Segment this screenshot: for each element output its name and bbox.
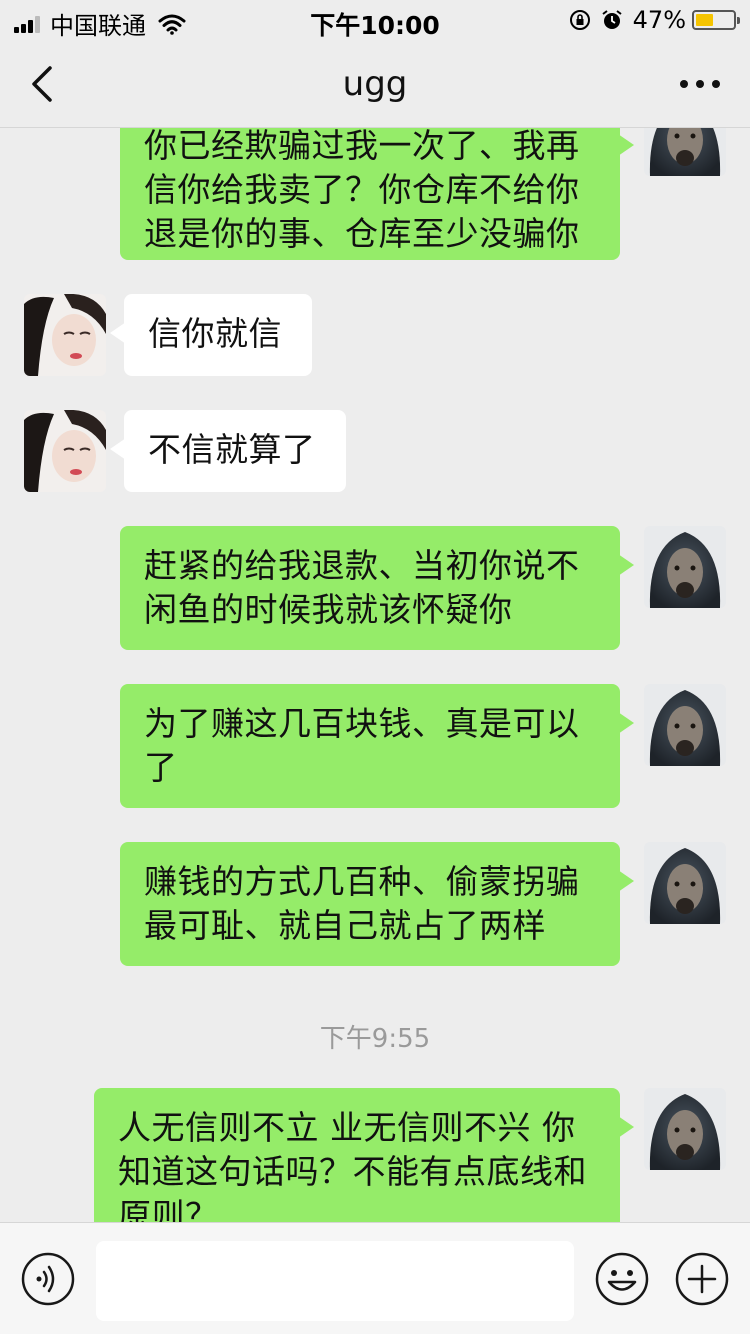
my-avatar[interactable] [644, 526, 726, 608]
message-text: 赚钱的方式几百种、偷蒙拐骗最可耻、就自己就占了两样 [144, 862, 580, 945]
chat-title: ugg [342, 64, 408, 104]
message-text: 信你就信 [148, 314, 282, 353]
my-avatar[interactable] [644, 842, 726, 924]
status-bar: 中国联通 下午10:00 47% [0, 0, 750, 40]
my-avatar[interactable] [644, 684, 726, 766]
battery-percent: 47% [632, 6, 686, 34]
my-avatar[interactable] [644, 1088, 726, 1170]
message-bubble-outgoing[interactable]: 人无信则不立 业无信则不兴 你知道这句话吗？不能有点底线和原则？ [94, 1088, 634, 1222]
chat-timestamp: 下午9:55 [319, 1024, 431, 1054]
message-bubble-outgoing[interactable]: 赚钱的方式几百种、偷蒙拐骗最可耻、就自己就占了两样 [120, 842, 634, 966]
emoji-button[interactable] [594, 1251, 650, 1307]
nav-bar: ugg [0, 40, 750, 128]
message-bubble-outgoing[interactable]: 赶紧的给我退款、当初你说不闲鱼的时候我就该怀疑你 [120, 526, 634, 650]
message-bubble-incoming[interactable]: 不信就算了 [110, 410, 346, 492]
alarm-icon [602, 10, 622, 29]
message-text: 为了赚这几百块钱、真是可以了 [144, 704, 580, 787]
battery-icon [692, 10, 740, 30]
message-text: 人无信则不立 业无信则不兴 你知道这句话吗？不能有点底线和原则？ [118, 1108, 587, 1222]
chat-area[interactable]: 你已经欺骗过我一次了、我再信你给我卖了？你仓库不给你退是你的事、仓库至少没骗你 … [0, 128, 750, 1222]
message-bubble-incoming[interactable]: 信你就信 [110, 294, 312, 376]
more-options-button[interactable] [670, 60, 730, 108]
message-bubble-outgoing[interactable]: 你已经欺骗过我一次了、我再信你给我卖了？你仓库不给你退是你的事、仓库至少没骗你 [120, 128, 634, 260]
more-functions-button[interactable] [674, 1251, 730, 1307]
voice-input-button[interactable] [20, 1251, 76, 1307]
message-text: 不信就算了 [148, 430, 316, 469]
input-bar [0, 1222, 750, 1334]
contact-avatar[interactable] [24, 410, 106, 492]
message-bubble-outgoing[interactable]: 为了赚这几百块钱、真是可以了 [120, 684, 634, 808]
message-input[interactable] [96, 1241, 574, 1321]
message-text: 你已经欺骗过我一次了、我再信你给我卖了？你仓库不给你退是你的事、仓库至少没骗你 [144, 128, 580, 253]
orientation-lock-icon [569, 10, 590, 30]
message-text: 赶紧的给我退款、当初你说不闲鱼的时候我就该怀疑你 [144, 546, 580, 629]
status-right: 47% [559, 6, 740, 34]
my-avatar[interactable] [644, 128, 726, 176]
contact-avatar[interactable] [24, 294, 106, 376]
